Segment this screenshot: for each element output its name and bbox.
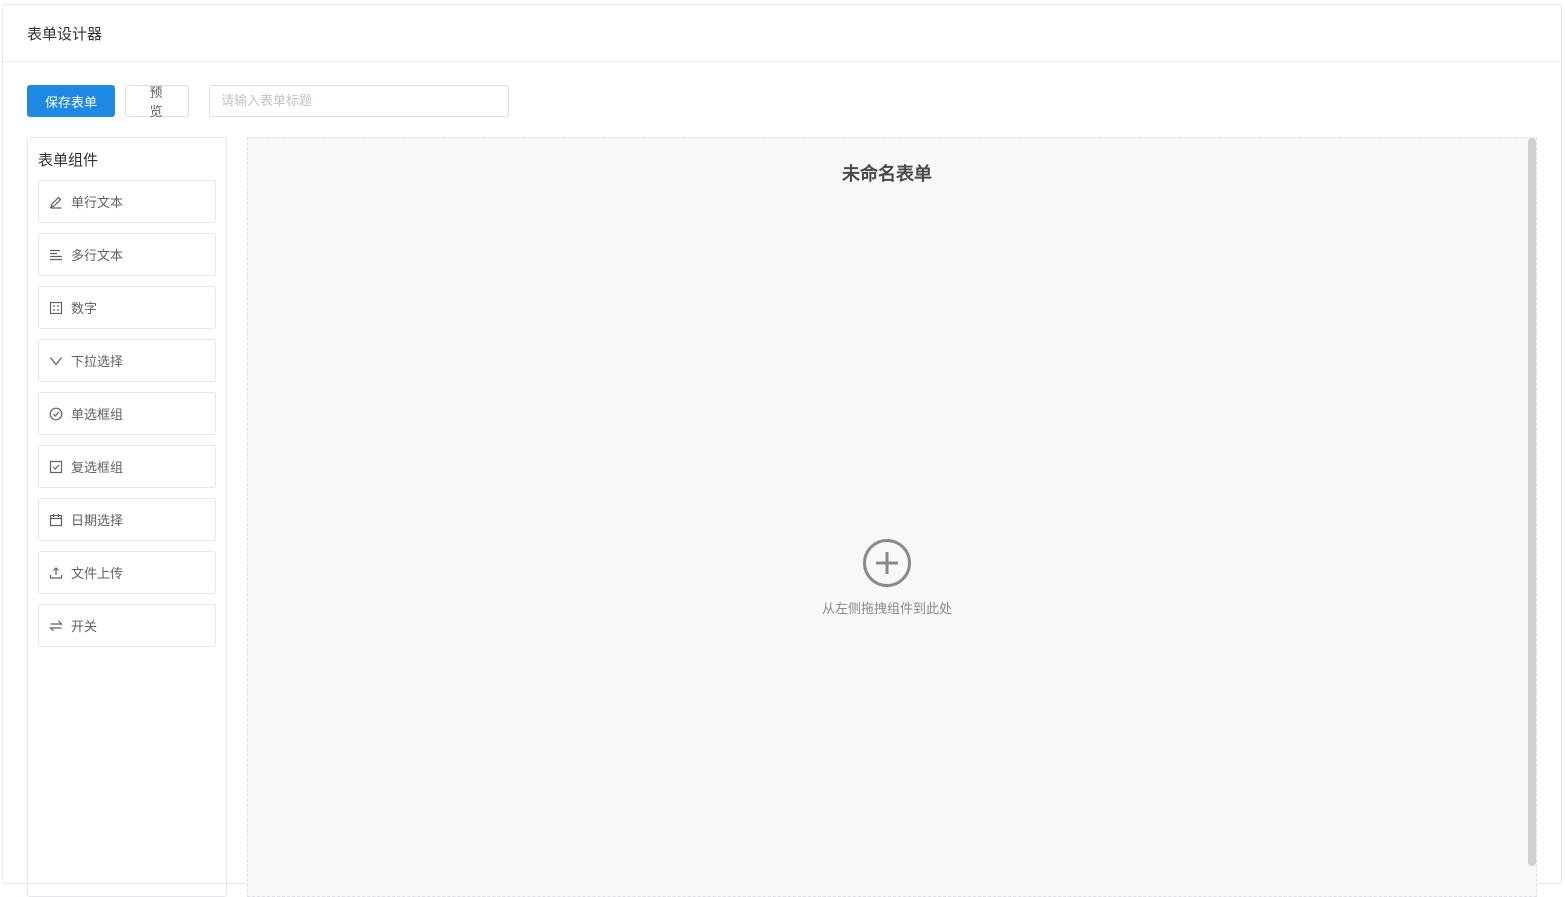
page-title: 表单设计器 [27,24,103,43]
palette-title: 表单组件 [38,151,99,169]
palette-item-label: 下拉选择 [71,355,124,370]
upload-icon [49,566,63,580]
pencil-icon [49,195,63,209]
checkbox-icon [49,460,63,474]
palette-item-single-line-text[interactable]: 单行文本 [38,180,216,223]
palette-item-file-upload[interactable]: 文件上传 [38,551,216,594]
designer-panel: 表单设计器 保存表单 预 览 表单组件 单行文本 多行文本 数字 [2,4,1562,897]
toolbar: 保存表单 预 览 [27,85,509,120]
palette-item-label: 多行文本 [71,249,124,264]
form-title: 未命名表单 [842,164,932,185]
palette-item-dropdown-select[interactable]: 下拉选择 [38,339,216,382]
palette-item-radio-group[interactable]: 单选框组 [38,392,216,435]
circle-check-icon [49,407,63,421]
palette-item-label: 开关 [71,620,98,635]
form-canvas-dropzone[interactable]: 未命名表单 从左侧拖拽组件到此处 [247,137,1537,897]
palette-item-label: 文件上传 [71,567,124,582]
empty-hint: 从左侧拖拽组件到此处 [821,602,952,617]
save-form-button[interactable]: 保存表单 [27,85,115,117]
panel-header: 表单设计器 [3,5,1561,62]
palette-item-switch[interactable]: 开关 [38,604,216,647]
palette-item-label: 单选框组 [71,408,124,423]
paragraph-icon [49,248,63,262]
component-palette: 表单组件 单行文本 多行文本 数字 下拉选择 单选框组 复选框组 日期选择 文件… [27,137,227,897]
empty-state: 从左侧拖拽组件到此处 [248,538,1526,617]
calendar-icon [49,513,63,527]
palette-item-label: 日期选择 [71,514,124,529]
calculator-icon [49,301,63,315]
chevron-down-icon [49,354,63,368]
palette-item-checkbox-group[interactable]: 复选框组 [38,445,216,488]
palette-item-label: 数字 [71,302,98,317]
preview-button[interactable]: 预 览 [125,85,189,120]
form-title-input[interactable] [209,85,509,117]
palette-item-label: 复选框组 [71,461,124,476]
palette-item-multi-line-text[interactable]: 多行文本 [38,233,216,276]
palette-item-number[interactable]: 数字 [38,286,216,329]
palette-item-date-picker[interactable]: 日期选择 [38,498,216,541]
add-circle-icon [862,538,912,592]
palette-item-label: 单行文本 [71,196,124,211]
canvas-scrollbar[interactable] [1528,138,1536,866]
switch-icon [49,619,63,633]
